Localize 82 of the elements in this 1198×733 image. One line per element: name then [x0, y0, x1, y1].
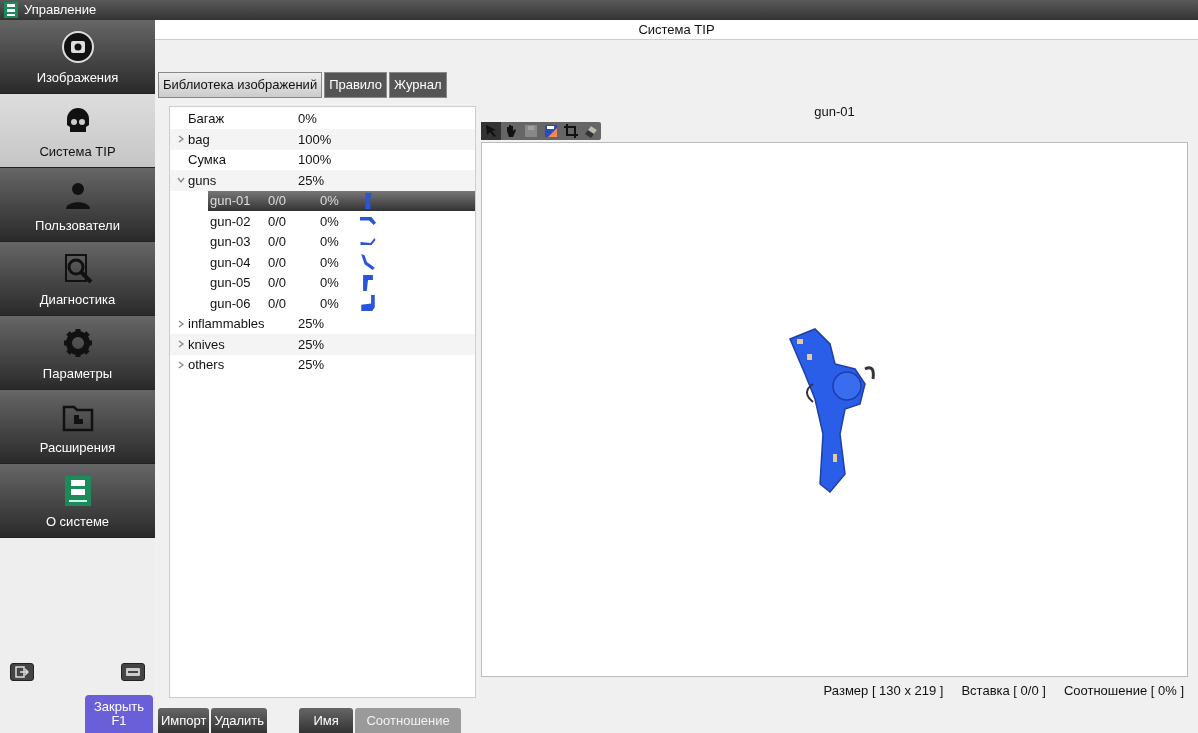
tree-row[interactable]: inflammables 25% — [170, 313, 475, 334]
image-row[interactable]: gun-02 0/0 0% — [208, 211, 475, 232]
gun-thumbnail — [363, 274, 373, 291]
status-text: Соотношение [ 0% ] — [1063, 681, 1184, 700]
camera-icon — [60, 29, 95, 64]
insert-count: 0/0 — [268, 212, 288, 231]
pointer-icon[interactable] — [481, 121, 501, 140]
logout-icon[interactable] — [10, 663, 34, 681]
image-row[interactable]: gun-03 0/0 0% — [208, 231, 475, 252]
sidebar-item[interactable]: Изображения — [0, 20, 155, 94]
image-name: gun-05 — [210, 274, 252, 292]
gun-thumbnail — [364, 192, 372, 209]
tree-label: bag — [188, 130, 211, 149]
tree-value: 100% — [298, 130, 332, 149]
window-title: Управление — [24, 1, 97, 20]
ratio-value: 0% — [320, 294, 340, 313]
image-name: gun-02 — [210, 212, 252, 231]
sidebar-item[interactable]: Диагностика — [0, 242, 155, 316]
gun-thumbnail — [361, 254, 375, 271]
image-name: gun-01 — [210, 192, 252, 210]
tree-label: knives — [188, 335, 226, 354]
gun-thumbnail — [360, 217, 376, 226]
tree-value: 25% — [298, 356, 325, 374]
sidebar-item[interactable]: Расширения — [0, 390, 155, 464]
tree-value: 25% — [298, 315, 325, 333]
tab[interactable]: Правило — [324, 72, 388, 98]
chevron-right-icon[interactable] — [177, 135, 185, 144]
close-button[interactable]: Закрыть F1 — [85, 695, 153, 733]
image-name: gun-03 — [210, 233, 252, 251]
chevron-down-icon[interactable] — [177, 176, 185, 185]
tree-label: Багаж — [188, 110, 226, 128]
action-button[interactable]: Удалить — [211, 708, 268, 733]
chevron-right-icon[interactable] — [177, 360, 185, 369]
chevron-right-icon[interactable] — [177, 340, 185, 349]
tree-label: guns — [188, 171, 218, 190]
gun-thumbnail — [360, 238, 376, 246]
ratio-value: 0% — [320, 212, 340, 231]
keyboard-icon[interactable] — [121, 663, 145, 681]
image-name: gun-06 — [210, 294, 252, 313]
sidebar-item[interactable]: Параметры — [0, 316, 155, 390]
tree-row[interactable]: knives 25% — [170, 334, 475, 355]
image-row[interactable]: gun-06 0/0 0% — [208, 293, 475, 314]
tree-value: 0% — [298, 110, 317, 128]
tree-value: 25% — [298, 335, 325, 354]
page-title: Система TIP — [155, 20, 1198, 40]
gun-thumbnail — [361, 295, 375, 312]
image-name: gun-04 — [210, 253, 252, 272]
image-row[interactable]: gun-01 0/0 0% — [208, 190, 475, 211]
image-row[interactable]: gun-05 0/0 0% — [208, 272, 475, 293]
tree-row[interactable]: bag 100% — [170, 129, 475, 150]
image-row[interactable]: gun-04 0/0 0% — [208, 252, 475, 273]
insert-count: 0/0 — [268, 192, 288, 210]
ratio-value: 0% — [320, 274, 340, 292]
status-text: Размер [ 130 x 219 ] — [823, 681, 944, 700]
sidebar-item[interactable]: Пользователи — [0, 168, 155, 242]
ratio-value: 0% — [320, 192, 340, 210]
crop-icon[interactable] — [561, 121, 581, 140]
insert-count: 0/0 — [268, 233, 288, 251]
insert-count: 0/0 — [268, 294, 288, 313]
sidebar-item[interactable]: Система TIP — [0, 94, 155, 168]
status-text: Вставка [ 0/0 ] — [961, 681, 1046, 700]
tree-label: inflammables — [188, 315, 266, 333]
image-title: gun-01 — [814, 103, 855, 119]
action-button[interactable]: Импорт — [158, 708, 210, 733]
ratio-value: 0% — [320, 253, 340, 272]
tab[interactable]: Журнал — [389, 72, 447, 98]
sort-button[interactable]: Имя — [299, 708, 354, 733]
chevron-right-icon[interactable] — [177, 319, 185, 328]
sidebar-item[interactable]: О системе — [0, 464, 155, 538]
insert-count: 0/0 — [268, 253, 288, 272]
tree-label: Сумка — [188, 151, 227, 169]
insert-count: 0/0 — [268, 274, 288, 292]
tree-row[interactable]: others 25% — [170, 354, 475, 375]
ratio-value: 0% — [320, 233, 340, 251]
tree-value: 100% — [298, 151, 332, 169]
tree-row[interactable]: Сумка 100% — [170, 149, 475, 170]
tree-value: 25% — [298, 171, 325, 190]
tree-row[interactable]: Багаж 0% — [170, 108, 475, 129]
logo-icon — [4, 2, 18, 18]
tab[interactable]: Библиотека изображений — [158, 72, 323, 98]
tree-row[interactable]: guns 25% — [170, 170, 475, 191]
tree-label: others — [188, 356, 226, 374]
